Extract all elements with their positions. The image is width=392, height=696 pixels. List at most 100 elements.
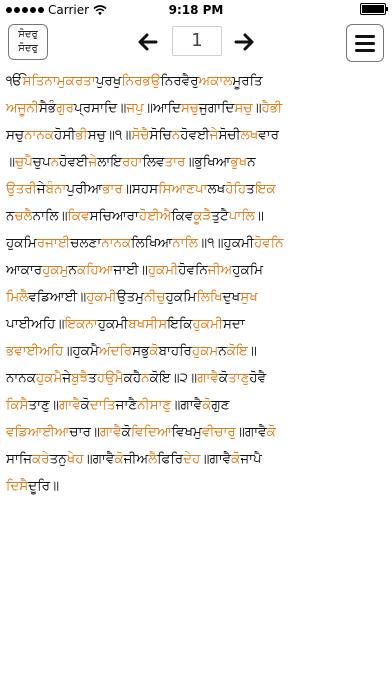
gurbani-line: ਨਾਨਕਹੁਕਮੈਜੇਬੁਝੈਤਹਉਮੈਕਹੈਨਕੋਇ॥੨॥ਗਾਵੈਕੋਤਾਣੁ… — [6, 365, 386, 392]
gurbani-word: ਸਚੁ — [180, 100, 200, 116]
gurbani-word: ਜਾਣੈ — [115, 397, 138, 413]
gurbani-word: ਸੋਚਿ — [149, 127, 172, 143]
gurbani-word: ਸਤਿਨਾਮੁ — [22, 73, 66, 89]
gurbani-word: ਲਾਇ — [97, 154, 122, 170]
gurbani-word: ਲਖ — [207, 181, 226, 197]
gurbani-word: ਕਹਿਆ — [76, 262, 114, 278]
gurbani-word: ਖੇਹ — [66, 451, 84, 467]
gurbani-word: ਸਚੁ — [6, 127, 25, 143]
gurbani-word: ਮਿਲੈ — [6, 289, 29, 305]
page-number-field[interactable]: 1 — [172, 26, 222, 56]
gurbani-word: ॥ਗਾਵੈ — [235, 424, 267, 440]
gurbani-word: ਬਖਸੀਸ — [128, 316, 168, 332]
gurbani-word: ਗਾਵੈ — [99, 424, 122, 440]
gurbani-word: ਹੋਈਐ — [138, 208, 172, 224]
menu-button[interactable] — [346, 24, 384, 62]
gurbani-line: ਕਿਸੈਤਾਣੁ॥ਗਾਵੈਕੋਦਾਤਿਜਾਣੈਨੀਸਾਣੁ॥ਗਾਵੈਕੋਗੁਣ — [6, 392, 386, 419]
gurbani-word: ਭੀ — [75, 127, 88, 143]
gurbani-word: ਹੁਕਮੀ — [86, 289, 117, 305]
gurbani-word: ॥ਗਾਵੈ — [200, 451, 232, 467]
gurbani-word: ਜਪੁ — [126, 100, 144, 116]
gurbani-word: ਕੋਇ — [226, 343, 248, 359]
gurbani-line: ਦਿਸੈਦੂਰਿ॥ — [6, 473, 386, 500]
previous-page-arrow-icon[interactable] — [136, 30, 160, 54]
gurbani-word: ਕਿਸੈ — [6, 397, 29, 413]
next-page-arrow-icon[interactable] — [232, 30, 256, 54]
gurbani-word: ਨ — [247, 154, 256, 170]
gurbani-word: ੴ — [6, 73, 23, 89]
gurbani-word: ਨਿਰਵੈਰੁ — [160, 73, 199, 89]
gurbani-word: ਮੂਰਤਿ — [232, 73, 263, 89]
toggle-label-top: ਸੋਦਰੁ — [18, 29, 38, 40]
gurbani-word: ਜੇ — [36, 181, 46, 197]
gurbani-word: ਜਾਈ॥ — [113, 262, 148, 278]
gurbani-word: ਵਿਦਿਆ — [130, 424, 172, 440]
gurbani-line: ਸਚੁਨਾਨਕਹੋਸੀਭੀਸਚੁ॥੧॥ਸੋਚੈਸੋਚਿਨਹੋਵਈਜੇਸੋਚੀਲਖ… — [6, 122, 386, 149]
gurbani-word: ਜੁਗਾਦਿ — [199, 100, 235, 116]
gurbani-word: ਵਡਿਆਈਆ — [6, 424, 70, 440]
gurbani-word: ਤੁਟੈ — [211, 208, 229, 224]
gurbani-word: ॥ਗਾਵੈ — [83, 451, 115, 467]
gurbani-word: ਤਨੁ — [49, 451, 67, 467]
gurbani-word: ਕੋ — [114, 451, 124, 467]
gurbani-word: ਲੈ — [148, 451, 158, 467]
gurbani-word: ਹੋਵਨਿ — [253, 235, 284, 251]
gurbani-word: ਹੁਕਮੀ — [192, 316, 223, 332]
gurbani-word: ਸੁਖ — [240, 289, 258, 305]
gurbani-word: ਪਾਲਿ — [228, 208, 255, 224]
gurbani-word: ਪੁਰੀਆ — [66, 181, 103, 197]
gurbani-word: ਚੁਪੈ — [15, 154, 33, 170]
gurbani-word: ਪੁਰਖੁ — [95, 73, 122, 89]
gurbani-word: ਵਡਿਆਈ॥ — [28, 289, 87, 305]
gurbani-word: ਸਭੁ — [132, 343, 150, 359]
gurbani-word: ਅੰਦਰਿ — [98, 343, 133, 359]
gurbani-word: ॥ — [254, 208, 264, 224]
gurbani-word: ਹੁਕਮਿ — [6, 235, 37, 251]
gurbani-word: ਸਦਾ — [222, 316, 245, 332]
gurbani-word: ਸਚਿਆਰਾ — [89, 208, 139, 224]
gurbani-word: ਕੋਇ॥੨॥ — [149, 370, 198, 386]
gurbani-word: ਪ੍ਰਸਾਦਿ॥ — [74, 100, 127, 116]
gurbani-word: ਤਾਣੁ॥ — [28, 397, 59, 413]
gurbani-word: ॥ਆਦਿ — [143, 100, 181, 116]
gurbani-word: ਸੋਚੀ — [218, 127, 241, 143]
gurbani-word: ਜੀਅ — [207, 262, 233, 278]
gurbani-word: ਨ — [68, 262, 77, 278]
gurbani-word: ਹੋਵੈ — [249, 370, 267, 386]
gurbani-word: ਚੁਪ — [32, 154, 51, 170]
gurmukhi-display-toggle-button[interactable]: ਸੋਦਰੁ ਸੋਦਰੁ — [8, 24, 48, 60]
gurbani-word: ਅਕਾਲ — [198, 73, 233, 89]
gurbani-line: ਮਿਲੈਵਡਿਆਈ॥ਹੁਕਮੀਉਤਮੁਨੀਚੁਹੁਕਮਿਲਿਖਿਦੁਖਸੁਖ — [6, 284, 386, 311]
gurbani-word: ਅਜੂਨੀ — [6, 100, 39, 116]
gurbani-word: ਹੋਸੀ — [54, 127, 76, 143]
gurbani-word: ਤ — [246, 181, 255, 197]
gurbani-word: ਆਕਾਰ — [6, 262, 43, 278]
gurbani-word: ਪਾਈਅਹਿ॥ — [6, 316, 65, 332]
gurbani-word: ਦੇਹ — [183, 451, 201, 467]
gurbani-word: ਕੋ — [218, 370, 229, 386]
gurbani-word: ਬਾਹਰਿ — [158, 343, 192, 359]
gurbani-word: ਕਰੇ — [32, 451, 50, 467]
gurbani-word: ਕੂੜੈ — [193, 208, 212, 224]
gurbani-word: ਕਰਤਾ — [65, 73, 96, 89]
gurbani-word: ਨਾਨਕ — [24, 127, 55, 143]
gurbani-word: ਤਾਣੁ — [228, 370, 250, 386]
gurbani-word: ਇਕਨਾ — [64, 316, 98, 332]
gurbani-word: ਨਾਨਕ — [101, 235, 132, 251]
gurbani-line: ॥ਚੁਪੈਚੁਪਨਹੋਵਈਜੇਲਾਇਰਹਾਲਿਵਤਾਰ॥ਭੁਖਿਆਭੁਖਨ — [6, 149, 386, 176]
gurbani-word: ਗੁਣ — [211, 397, 230, 413]
gurbani-word: ਵਿਖਮੁ — [171, 424, 202, 440]
gurbani-word: ਸੋਚੈ — [131, 127, 150, 143]
gurbani-word: ਸਚੁ — [234, 100, 253, 116]
gurbani-line: ੴਸਤਿਨਾਮੁਕਰਤਾਪੁਰਖੁਨਿਰਭਉਨਿਰਵੈਰੁਅਕਾਲਮੂਰਤਿ — [6, 68, 386, 95]
gurbani-word: ਕੋ — [149, 343, 159, 359]
toolbar: ਸੋਦਰੁ ਸੋਦਰੁ 1 — [0, 20, 392, 64]
gurbani-word: ਵਾਰ — [258, 127, 279, 143]
status-time: 9:18 PM — [168, 3, 224, 17]
gurbani-word: ਨਾਨਕ — [6, 370, 36, 386]
gurbani-word: ਲਿਖਿ — [196, 289, 223, 305]
gurbani-word: ਰਜਾਈ — [36, 235, 71, 251]
gurbani-word: ਰਹਾ — [122, 154, 143, 170]
gurbani-text-area[interactable]: ੴਸਤਿਨਾਮੁਕਰਤਾਪੁਰਖੁਨਿਰਭਉਨਿਰਵੈਰੁਅਕਾਲਮੂਰਤਿ ਅਜ… — [6, 68, 386, 500]
gurbani-line: ਪਾਈਅਹਿ॥ਇਕਨਾਹੁਕਮੀਬਖਸੀਸਇਕਿਹੁਕਮੀਸਦਾ — [6, 311, 386, 338]
